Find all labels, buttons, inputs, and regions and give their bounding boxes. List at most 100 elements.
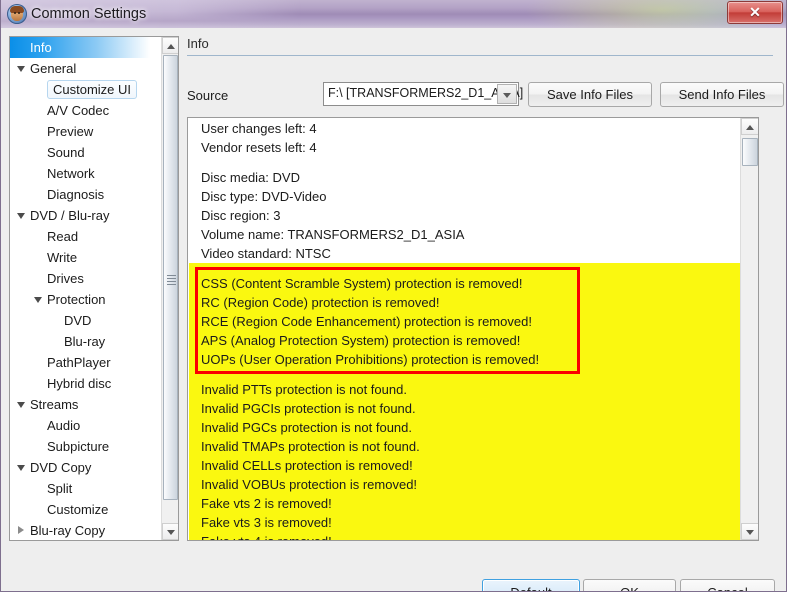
- info-line: APS (Analog Protection System) protectio…: [189, 331, 741, 350]
- info-line: Disc type: DVD-Video: [201, 189, 327, 204]
- info-scroll-up-button[interactable]: [741, 118, 758, 135]
- twisty-expanded-icon[interactable]: [14, 394, 30, 415]
- twisty-expanded-icon[interactable]: [14, 205, 30, 226]
- close-icon: ✕: [749, 4, 761, 20]
- twisty-expanded-icon[interactable]: [31, 289, 47, 310]
- sidebar-item-info[interactable]: Info: [10, 37, 162, 58]
- save-info-files-button[interactable]: Save Info Files: [528, 82, 652, 107]
- twisty-collapsed-icon[interactable]: [14, 520, 30, 540]
- sidebar-item-sound[interactable]: Sound: [10, 142, 162, 163]
- sidebar-item-diagnosis[interactable]: Diagnosis: [10, 184, 162, 205]
- info-line: RCE (Region Code Enhancement) protection…: [189, 312, 741, 331]
- info-blank-line: [189, 263, 741, 274]
- sidebar-item-protection[interactable]: Protection: [10, 289, 162, 310]
- sidebar-item-audio[interactable]: Audio: [10, 415, 162, 436]
- sidebar-item-label: Subpicture: [47, 439, 110, 454]
- sidebar-item-label: Read: [47, 229, 79, 244]
- twisty-expanded-icon[interactable]: [14, 457, 30, 478]
- sidebar-item-label: Split: [47, 481, 73, 496]
- info-scrollbar-thumb[interactable]: [742, 138, 758, 166]
- default-button[interactable]: Default: [482, 579, 580, 591]
- sidebar-item-blu-ray[interactable]: Blu-ray: [10, 331, 162, 352]
- chevron-down-icon[interactable]: [497, 84, 517, 104]
- sidebar-item-write[interactable]: Write: [10, 247, 162, 268]
- twisty-expanded-icon[interactable]: [14, 58, 30, 79]
- sidebar-item-split[interactable]: Split: [10, 478, 162, 499]
- info-line: Invalid PTTs protection is not found.: [189, 380, 741, 399]
- source-dropdown-value: F:\ [TRANSFORMERS2_D1_ASIA]: [328, 86, 524, 100]
- sidebar-item-subpicture[interactable]: Subpicture: [10, 436, 162, 457]
- sidebar-item-label: Preview: [47, 124, 94, 139]
- info-blank-line: [189, 369, 741, 380]
- sidebar-item-dvd[interactable]: DVD: [10, 310, 162, 331]
- settings-tree[interactable]: Info General Customize UI A/V Codec Preview S…: [9, 36, 179, 541]
- info-line: Invalid CELLs protection is removed!: [189, 456, 741, 475]
- tree-scrollbar[interactable]: [161, 37, 178, 540]
- tree-scrollbar-thumb[interactable]: [163, 55, 178, 500]
- sidebar-item-label: Sound: [47, 145, 85, 160]
- info-line: UOPs (User Operation Prohibitions) prote…: [189, 350, 741, 369]
- ok-button[interactable]: OK: [583, 579, 676, 591]
- info-line: RC (Region Code) protection is removed!: [189, 293, 741, 312]
- common-settings-window: Common Settings ✕ Info General Customize U…: [0, 0, 787, 592]
- info-line: Video standard: NTSC: [201, 246, 331, 261]
- info-line: Vendor resets left: 4: [201, 140, 317, 155]
- send-info-files-button[interactable]: Send Info Files: [660, 82, 784, 107]
- sidebar-item-label: Info: [30, 40, 52, 55]
- info-line: Invalid PGCs protection is not found.: [189, 418, 741, 437]
- sidebar-item-read[interactable]: Read: [10, 226, 162, 247]
- sidebar-item-label: Blu-ray: [64, 334, 106, 349]
- sidebar-item-label: Streams: [30, 397, 79, 412]
- info-line: Invalid TMAPs protection is not found.: [189, 437, 741, 456]
- section-title: Info: [187, 36, 209, 51]
- sidebar-item-label: Customize: [47, 502, 109, 517]
- sidebar-item-network[interactable]: Network: [10, 163, 162, 184]
- sidebar-item-general[interactable]: General: [10, 58, 162, 79]
- sidebar-item-dvd-copy[interactable]: DVD Copy: [10, 457, 162, 478]
- info-line: CSS (Content Scramble System) protection…: [189, 274, 741, 293]
- settings-tree-list: Info General Customize UI A/V Codec Preview S…: [10, 37, 162, 540]
- sidebar-item-pathplayer[interactable]: PathPlayer: [10, 352, 162, 373]
- close-button[interactable]: ✕: [727, 1, 783, 24]
- info-line: Invalid VOBUs protection is removed!: [189, 475, 741, 494]
- sidebar-item-label: Hybrid disc: [47, 376, 112, 391]
- title-bar: Common Settings ✕: [1, 0, 786, 28]
- sidebar-item-label: Network: [47, 166, 95, 181]
- source-dropdown[interactable]: F:\ [TRANSFORMERS2_D1_ASIA]: [323, 82, 523, 106]
- sidebar-item-label: PathPlayer: [47, 355, 111, 370]
- sidebar-item-customize[interactable]: Customize: [10, 499, 162, 520]
- info-line: Invalid PGCIs protection is not found.: [189, 399, 741, 418]
- info-textbox[interactable]: User changes left: 4 Vendor resets left: …: [187, 117, 759, 541]
- info-blank-line: [189, 157, 741, 168]
- info-scrollbar[interactable]: [740, 118, 758, 540]
- sidebar-item-label: DVD / Blu-ray: [30, 208, 110, 223]
- dialog-body: Info General Customize UI A/V Codec Preview S…: [1, 28, 786, 591]
- sidebar-item-streams[interactable]: Streams: [10, 394, 162, 415]
- sidebar-item-a-v-codec[interactable]: A/V Codec: [10, 100, 162, 121]
- info-text-lines: User changes left: 4 Vendor resets left: …: [189, 119, 741, 540]
- sidebar-item-customize-ui[interactable]: Customize UI: [10, 79, 162, 100]
- section-divider: [187, 55, 773, 56]
- sidebar-item-blu-ray-copy[interactable]: Blu-ray Copy: [10, 520, 162, 540]
- sidebar-item-label: Write: [47, 250, 78, 265]
- tree-scroll-down-button[interactable]: [162, 523, 178, 540]
- app-avatar-icon: [7, 4, 27, 24]
- info-line: Disc media: DVD: [201, 170, 300, 185]
- info-line: User changes left: 4: [201, 121, 317, 136]
- sidebar-item-preview[interactable]: Preview: [10, 121, 162, 142]
- sidebar-item-drives[interactable]: Drives: [10, 268, 162, 289]
- info-line: Volume name: TRANSFORMERS2_D1_ASIA: [201, 227, 465, 242]
- sidebar-item-label: Customize UI: [47, 80, 138, 99]
- sidebar-item-hybrid-disc[interactable]: Hybrid disc: [10, 373, 162, 394]
- tree-scroll-up-button[interactable]: [162, 37, 178, 54]
- sidebar-item-dvd-blu-ray[interactable]: DVD / Blu-ray: [10, 205, 162, 226]
- window-title: Common Settings: [31, 6, 147, 22]
- info-scroll-down-button[interactable]: [741, 523, 758, 540]
- sidebar-item-label: Drives: [47, 271, 84, 286]
- sidebar-item-label: Audio: [47, 418, 81, 433]
- cancel-button[interactable]: Cancel: [680, 579, 775, 591]
- sidebar-item-label: DVD Copy: [30, 460, 92, 475]
- sidebar-item-label: Diagnosis: [47, 187, 105, 202]
- info-panel: Info Source F:\ [TRANSFORMERS2_D1_ASIA] …: [187, 36, 784, 541]
- sidebar-item-label: Protection: [47, 292, 106, 307]
